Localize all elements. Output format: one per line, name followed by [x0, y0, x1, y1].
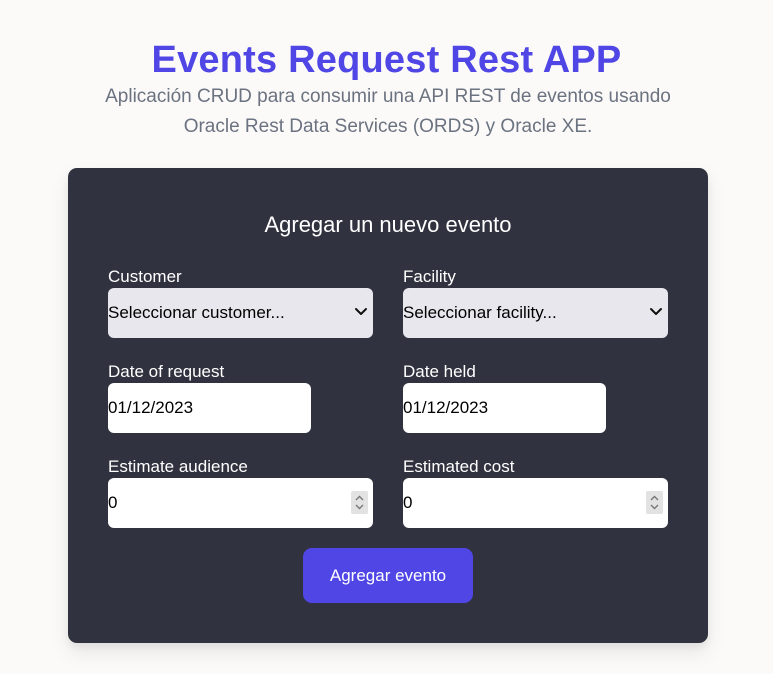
spinner-up-icon — [650, 495, 659, 501]
spinner-up-icon — [355, 495, 364, 501]
date-of-request-input[interactable]: 01/12/2023 — [108, 383, 311, 433]
event-form-card: Agregar un nuevo evento Customer Selecci… — [68, 168, 708, 643]
facility-select[interactable]: Seleccionar facility... — [403, 288, 668, 338]
spinner-down-icon — [355, 504, 364, 510]
page-subtitle: Aplicación CRUD para consumir una API RE… — [105, 86, 671, 137]
customer-select-value: Seleccionar customer... — [108, 303, 285, 322]
date-held-value: 01/12/2023 — [403, 398, 489, 417]
estimated-cost-value: 0 — [403, 493, 413, 512]
date-held-label: Date held — [403, 362, 476, 381]
estimated-cost-label: Estimated cost — [403, 457, 515, 476]
spinner-arrows-icon[interactable] — [646, 491, 663, 514]
spinner-arrows-icon[interactable] — [351, 491, 368, 514]
chevron-down-icon — [650, 308, 662, 315]
estimate-audience-label: Estimate audience — [108, 457, 248, 476]
chevron-down-icon — [355, 308, 367, 315]
estimate-audience-value: 0 — [108, 493, 118, 512]
facility-select-value: Seleccionar facility... — [403, 303, 557, 322]
date-held-input[interactable]: 01/12/2023 — [403, 383, 606, 433]
form-title: Agregar un nuevo evento — [264, 212, 512, 237]
spinner-down-icon — [650, 504, 659, 510]
page-title: Events Request Rest APP — [151, 39, 622, 82]
add-event-button[interactable]: Agregar evento — [303, 548, 473, 603]
customer-label: Customer — [108, 267, 182, 286]
estimated-cost-input[interactable]: 0 — [403, 478, 668, 528]
date-of-request-label: Date of request — [108, 362, 225, 381]
customer-select[interactable]: Seleccionar customer... — [108, 288, 373, 338]
facility-label: Facility — [403, 267, 456, 286]
estimate-audience-input[interactable]: 0 — [108, 478, 373, 528]
date-of-request-value: 01/12/2023 — [108, 398, 194, 417]
